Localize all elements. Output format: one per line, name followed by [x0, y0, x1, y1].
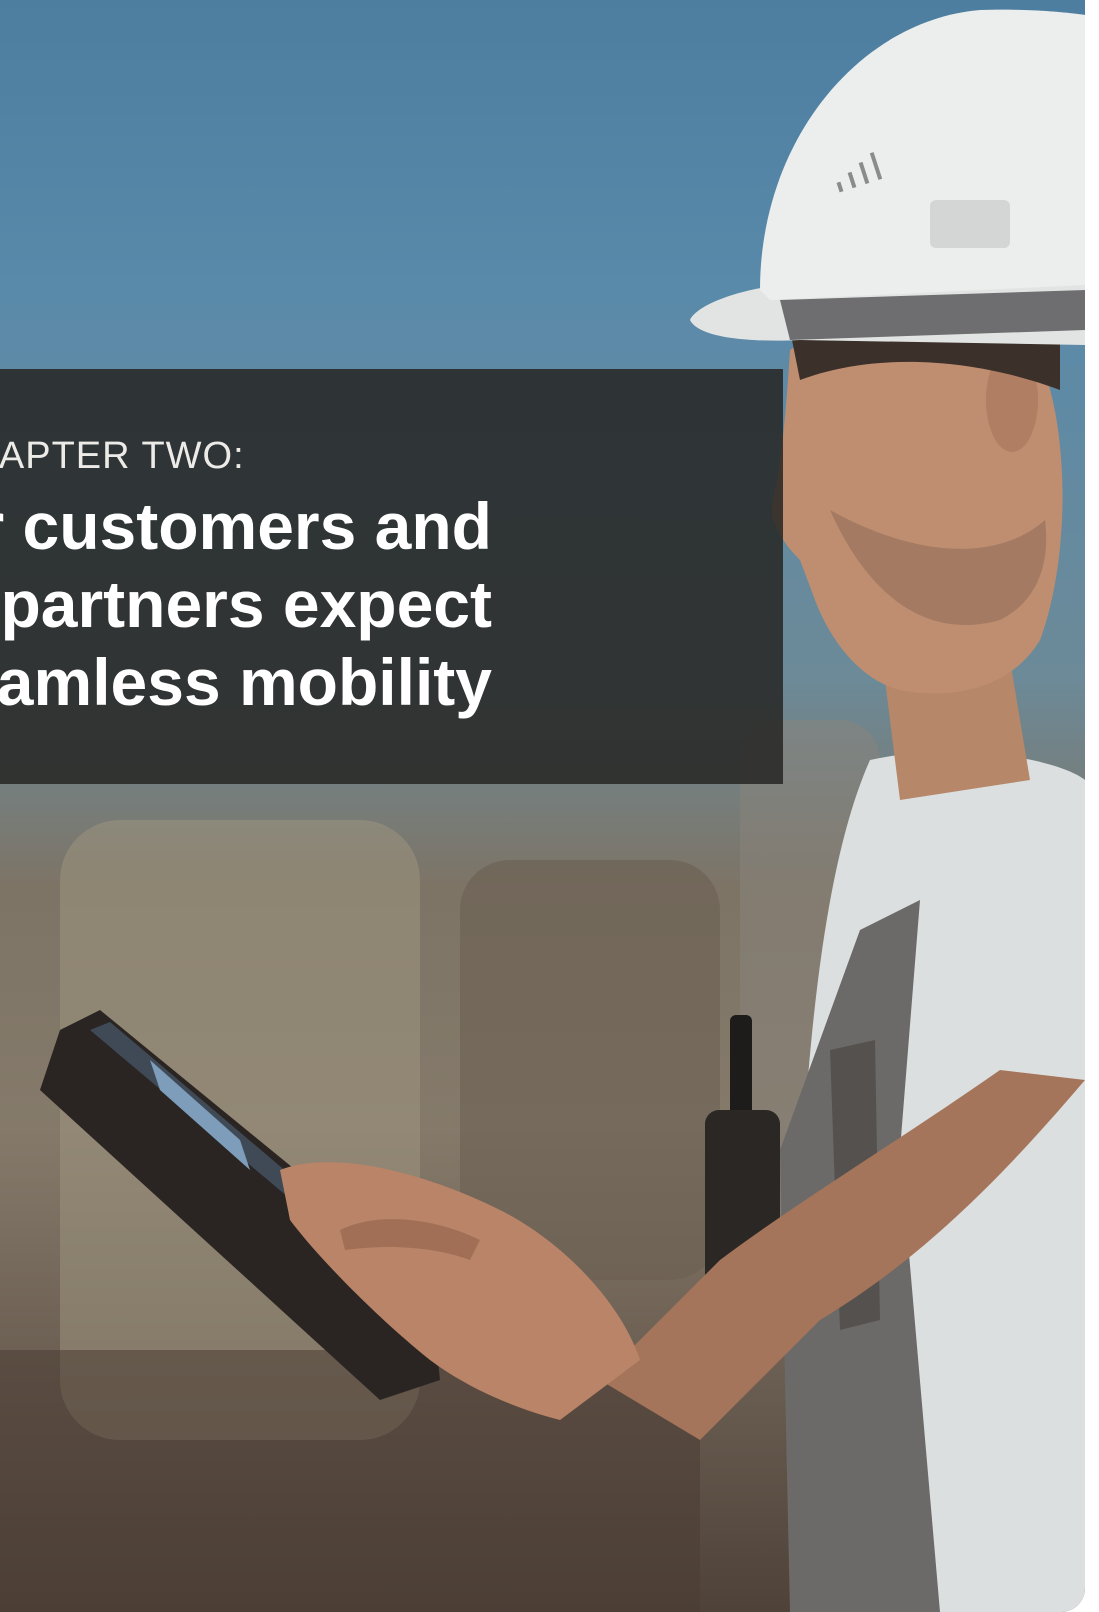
chapter-label: CHAPTER TWO: [0, 435, 245, 477]
headline-line-3: seamless mobility [0, 645, 492, 719]
helmet-dome [760, 9, 1085, 300]
hero-photo [0, 0, 1085, 1612]
headline-line-2: partners expect [0, 567, 492, 641]
chapter-title-panel: CHAPTER TWO: Your customers and partners… [0, 369, 783, 784]
page: CHAPTER TWO: Your customers and partners… [0, 0, 1099, 1612]
helmet-clip [930, 200, 1010, 248]
headline-line-1: Your customers and [0, 493, 492, 563]
radio-antenna [730, 1015, 752, 1125]
chapter-headline: Your customers and partners expect seaml… [0, 493, 783, 773]
photo-illustration [0, 9, 1085, 1612]
